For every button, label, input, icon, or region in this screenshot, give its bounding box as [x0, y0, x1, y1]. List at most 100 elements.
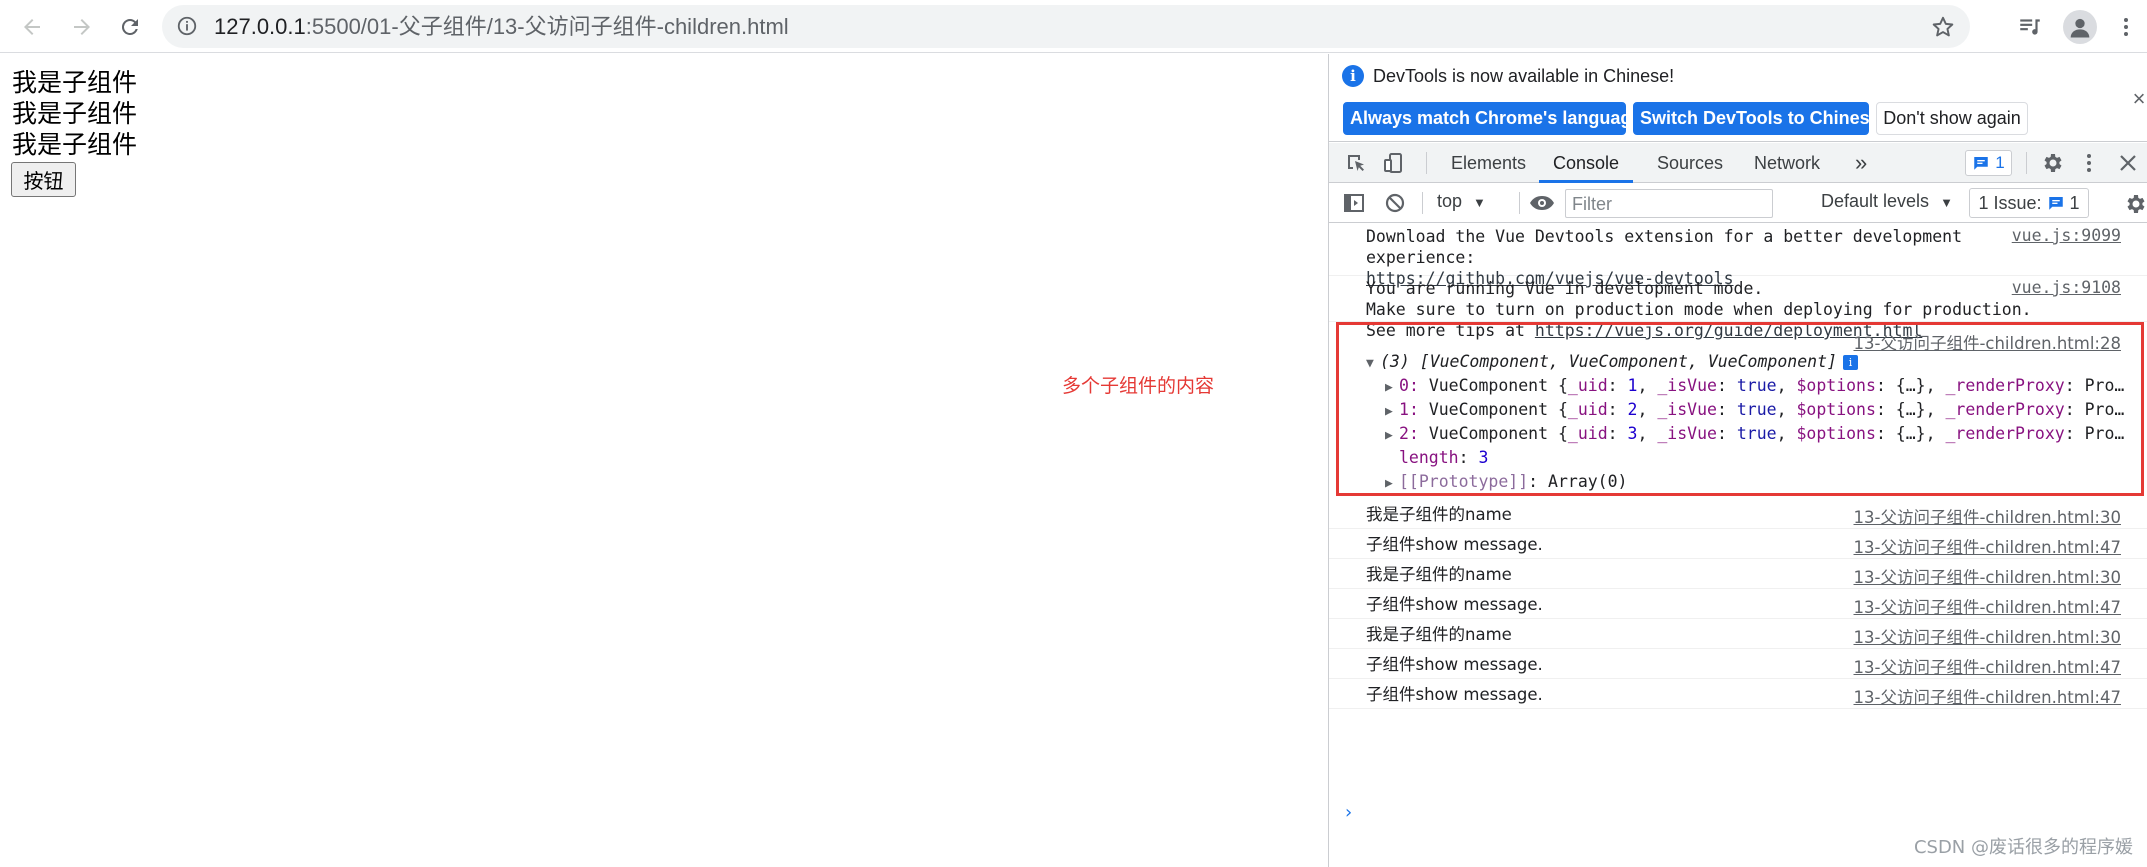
devtools-menu-button[interactable]: [2077, 151, 2101, 175]
context-selector[interactable]: top ▼: [1437, 191, 1486, 212]
page-button[interactable]: 按钮: [11, 162, 76, 197]
clear-icon: [1385, 193, 1405, 213]
source-link[interactable]: 13-父访问子组件-children.html:47: [1854, 684, 2122, 708]
log-levels-dropdown[interactable]: Default levels ▼: [1821, 191, 1953, 212]
chevron-down-icon: ▼: [1940, 195, 1953, 210]
chevron-down-icon: ▼: [1473, 195, 1486, 210]
message-line: Make sure to turn on production mode whe…: [1366, 300, 2032, 319]
console-log-row: 我是子组件的name 13-父访问子组件-children.html:30: [1329, 559, 2147, 589]
console-output: Download the Vue Devtools extension for …: [1329, 224, 2147, 867]
back-button[interactable]: [14, 9, 50, 45]
log-text: 子组件show message.: [1366, 655, 1543, 674]
issues-count: 1: [2069, 192, 2080, 213]
console-log-row: 我是子组件的name 13-父访问子组件-children.html:30: [1329, 499, 2147, 529]
reload-button[interactable]: [112, 9, 148, 45]
playlist-music-icon: [2020, 19, 2040, 35]
infobar-close-button[interactable]: ×: [2130, 86, 2147, 112]
more-tabs-button[interactable]: »: [1855, 143, 1867, 183]
site-info-icon[interactable]: [176, 15, 198, 37]
log-text: 子组件show message.: [1366, 595, 1543, 614]
tab-elements[interactable]: Elements: [1451, 143, 1526, 183]
source-link[interactable]: 13-父访问子组件-children.html:47: [1854, 594, 2122, 618]
tab-console[interactable]: Console: [1539, 143, 1634, 183]
tab-sources[interactable]: Sources: [1657, 143, 1723, 183]
gear-icon: [2127, 195, 2145, 213]
issues-button[interactable]: 1 Issue: 1: [1969, 188, 2089, 218]
address-bar[interactable]: 127.0.0.1:5500/01-父子组件/13-父访问子组件-childre…: [162, 5, 1970, 48]
sidebar-toggle-icon: [1344, 194, 1364, 212]
tab-network[interactable]: Network: [1754, 143, 1820, 183]
highlight-annotation-box: [1336, 322, 2144, 496]
csdn-watermark: CSDN @废话很多的程序媛: [1913, 837, 2133, 858]
message-icon: [2048, 197, 2063, 210]
source-link[interactable]: 13-父访问子组件-children.html:30: [1854, 504, 2122, 528]
forward-button[interactable]: [64, 9, 100, 45]
devtools-panel: i DevTools is now available in Chinese! …: [1328, 54, 2147, 867]
inspect-element-button[interactable]: [1344, 151, 1368, 175]
message-line: Download the Vue Devtools extension for …: [1366, 227, 1963, 246]
console-log-row: 子组件show message. 13-父访问子组件-children.html…: [1329, 529, 2147, 559]
console-log-row: 子组件show message. 13-父访问子组件-children.html…: [1329, 649, 2147, 679]
log-text: 我是子组件的name: [1366, 565, 1512, 584]
message-line: experience:: [1366, 248, 1476, 267]
info-icon: i: [1342, 65, 1364, 87]
log-levels-value: Default levels: [1821, 191, 1930, 211]
console-toolbar: top ▼ Filter Default levels ▼ 1 Issue: 1: [1329, 184, 2147, 223]
console-log-row: 子组件show message. 13-父访问子组件-children.html…: [1329, 589, 2147, 619]
message-line: You are running Vue in development mode.: [1366, 279, 1764, 298]
more-vert-icon: [2087, 154, 2091, 172]
devtools-tabbar: Elements Console Sources Network » 1: [1329, 143, 2147, 183]
source-link[interactable]: 13-父访问子组件-children.html:30: [1854, 564, 2122, 588]
person-icon: [2070, 18, 2090, 38]
inspect-icon: [1348, 155, 1364, 171]
devtools-settings-button[interactable]: [2041, 151, 2065, 175]
console-prompt[interactable]: ›: [1343, 802, 1354, 823]
device-icon: [1384, 153, 1402, 173]
console-message: Download the Vue Devtools extension for …: [1329, 224, 2147, 288]
log-text: 子组件show message.: [1366, 685, 1543, 704]
log-text: 子组件show message.: [1366, 535, 1543, 554]
switch-to-chinese-button[interactable]: Switch DevTools to Chinese: [1633, 102, 1880, 135]
log-text: 我是子组件的name: [1366, 625, 1512, 644]
device-toolbar-button[interactable]: [1382, 151, 1406, 175]
child-component-text: 我是子组件: [12, 68, 138, 97]
toolbar-divider: [1519, 192, 1520, 214]
console-filter-input[interactable]: Filter: [1565, 189, 1773, 218]
messages-badge[interactable]: 1: [1965, 150, 2012, 176]
url-path: :5500/01-父子组件/13-父访问子组件-children.html: [305, 14, 789, 39]
more-vert-icon: [2124, 18, 2128, 36]
eye-icon: [1530, 196, 1554, 210]
browser-toolbar: 127.0.0.1:5500/01-父子组件/13-父访问子组件-childre…: [0, 0, 2147, 53]
url-host: 127.0.0.1: [214, 14, 306, 39]
source-link[interactable]: vue.js:9099: [2012, 226, 2121, 245]
toolbar-divider: [1422, 192, 1423, 214]
bookmark-star-icon[interactable]: [1930, 14, 1956, 40]
source-link[interactable]: 13-父访问子组件-children.html:30: [1854, 624, 2122, 648]
source-link[interactable]: 13-父访问子组件-children.html:47: [1854, 654, 2122, 678]
message-icon: [1974, 157, 1989, 170]
profile-avatar[interactable]: [2063, 10, 2097, 44]
url-text: 127.0.0.1:5500/01-父子组件/13-父访问子组件-childre…: [214, 15, 789, 39]
devtools-language-infobar: i DevTools is now available in Chinese! …: [1329, 54, 2147, 142]
page-viewport: 我是子组件 我是子组件 我是子组件 按钮 多个子组件的内容: [0, 54, 1328, 867]
show-sidebar-button[interactable]: [1342, 191, 1366, 215]
devtools-close-button[interactable]: [2116, 151, 2140, 175]
media-control-button[interactable]: [2014, 11, 2046, 43]
console-log-row: 子组件show message. 13-父访问子组件-children.html…: [1329, 679, 2147, 709]
tabbar-divider: [2026, 152, 2027, 174]
match-language-button[interactable]: Always match Chrome's language: [1343, 102, 1641, 135]
clear-console-button[interactable]: [1383, 191, 1407, 215]
child-component-text: 我是子组件: [12, 99, 138, 128]
source-link[interactable]: 13-父访问子组件-children.html:47: [1854, 534, 2122, 558]
log-text: 我是子组件的name: [1366, 505, 1512, 524]
arrow-left-icon: [24, 19, 40, 35]
source-link[interactable]: vue.js:9108: [2012, 278, 2121, 297]
browser-menu-button[interactable]: [2114, 11, 2138, 43]
tabbar-divider: [1426, 152, 1427, 174]
dont-show-again-button[interactable]: Don't show again: [1876, 102, 2028, 135]
close-icon: [2120, 155, 2136, 171]
live-expression-button[interactable]: [1527, 191, 1557, 215]
context-value: top: [1437, 191, 1463, 211]
arrow-right-icon: [74, 19, 90, 35]
console-settings-button[interactable]: [2124, 192, 2147, 216]
